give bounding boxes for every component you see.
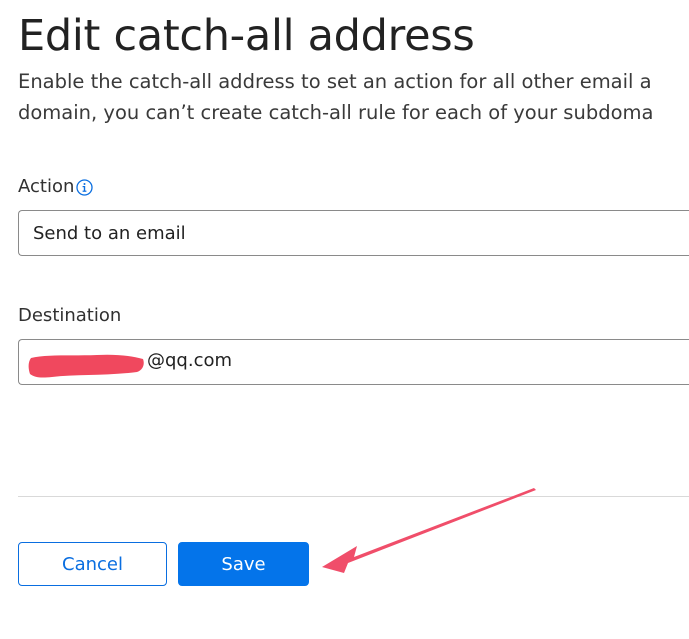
cancel-button[interactable]: Cancel [18, 542, 167, 586]
description-line-2: domain, you can’t create catch-all rule … [18, 101, 654, 124]
action-label: Action [18, 175, 94, 199]
destination-label: Destination [18, 304, 121, 328]
action-select-value: Send to an email [33, 223, 186, 244]
destination-value: @qq.com [147, 350, 233, 371]
description-line-1: Enable the catch-all address to set an a… [18, 70, 652, 93]
divider [18, 496, 689, 497]
action-select[interactable]: Send to an email [18, 210, 689, 256]
page-description: Enable the catch-all address to set an a… [18, 66, 689, 128]
destination-input[interactable]: @qq.com [18, 339, 689, 385]
action-label-text: Action [18, 176, 75, 197]
info-icon[interactable] [76, 178, 94, 196]
destination-label-text: Destination [18, 305, 122, 326]
save-button[interactable]: Save [178, 542, 309, 586]
page-title: Edit catch-all address [18, 11, 475, 61]
redaction-mark [28, 354, 144, 378]
